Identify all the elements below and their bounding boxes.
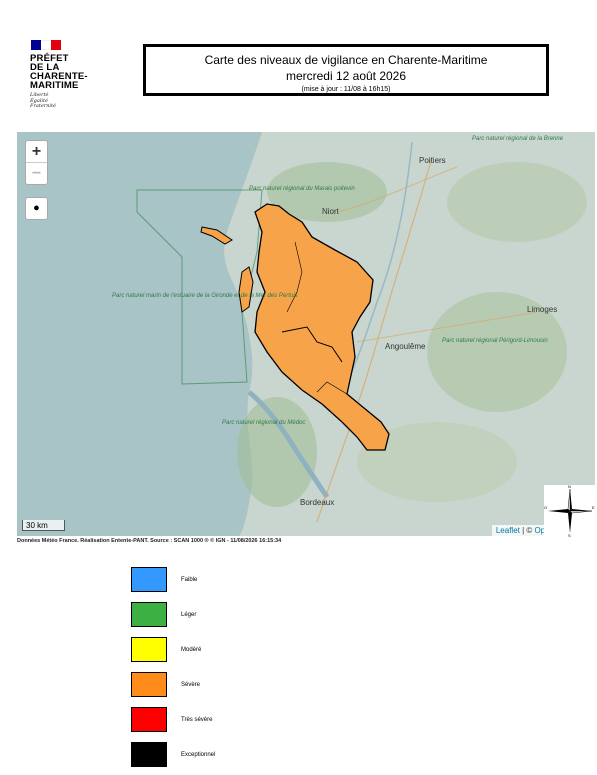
legend-label: Très sévère bbox=[181, 716, 213, 723]
data-credit: Données Météo France. Réalisation Entent… bbox=[17, 538, 282, 544]
city-label-limoges: Limoges bbox=[527, 305, 557, 314]
prefecture-logo: PRÉFET DE LA CHARENTE- MARITIME Liberté … bbox=[30, 40, 110, 110]
legend-label: Modéré bbox=[181, 646, 202, 653]
legend-label: Exceptionnel bbox=[181, 751, 216, 758]
map-canvas[interactable]: Poitiers Niort Angoulême Limoges Bordeau… bbox=[17, 132, 595, 536]
legend-item: Faible bbox=[131, 562, 215, 597]
legend-item: Exceptionnel bbox=[131, 737, 215, 772]
compass-rose-icon: N S E O bbox=[544, 484, 596, 538]
republic-motto: Liberté Égalité Fraternité bbox=[30, 92, 56, 109]
svg-text:E: E bbox=[592, 505, 595, 510]
vigilance-legend: Faible Léger Modéré Sévère Très sévère E… bbox=[131, 562, 215, 772]
zoom-control: + − bbox=[25, 140, 48, 185]
legend-label: Sévère bbox=[181, 681, 201, 688]
legend-swatch bbox=[131, 742, 167, 767]
globe-icon[interactable]: ● bbox=[25, 197, 48, 220]
atlantic-ocean bbox=[17, 132, 262, 536]
svg-text:O: O bbox=[544, 505, 547, 510]
legend-item: Modéré bbox=[131, 632, 215, 667]
svg-text:N: N bbox=[568, 485, 571, 489]
legend-item: Sévère bbox=[131, 667, 215, 702]
park-label-brenne: Parc naturel régional de la Brenne bbox=[472, 136, 564, 142]
page-date: mercredi 12 août 2026 bbox=[285, 69, 407, 83]
city-label-niort: Niort bbox=[322, 207, 340, 216]
svg-text:S: S bbox=[568, 533, 571, 537]
city-label-poitiers: Poitiers bbox=[419, 156, 446, 165]
legend-swatch bbox=[131, 602, 167, 627]
city-label-angouleme: Angoulême bbox=[385, 342, 426, 351]
update-time: (mise à jour : 11/08 à 16h15) bbox=[301, 86, 391, 93]
legend-label: Faible bbox=[181, 576, 198, 583]
legend-item: Léger bbox=[131, 597, 215, 632]
scale-bar: 30 km bbox=[22, 520, 65, 531]
vigilance-map[interactable]: Poitiers Niort Angoulême Limoges Bordeau… bbox=[17, 132, 595, 536]
park-label-gironde: Parc naturel marin de l'estuaire de la G… bbox=[112, 293, 298, 299]
park-label-limousin: Parc naturel régional Périgord-Limousin bbox=[442, 338, 548, 344]
legend-item: Très sévère bbox=[131, 702, 215, 737]
marianne-flag-icon bbox=[31, 40, 61, 50]
leaflet-link[interactable]: Leaflet bbox=[496, 526, 520, 535]
zoom-out-button[interactable]: − bbox=[26, 162, 47, 184]
legend-swatch bbox=[131, 637, 167, 662]
park-label-poitevin: Parc naturel régional du Marais poitevin bbox=[249, 186, 355, 192]
prefecture-name: PRÉFET DE LA CHARENTE- MARITIME bbox=[30, 53, 88, 91]
zoom-in-button[interactable]: + bbox=[26, 141, 47, 162]
legend-swatch bbox=[131, 707, 167, 732]
legend-swatch bbox=[131, 672, 167, 697]
title-box: Carte des niveaux de vigilance en Charen… bbox=[143, 44, 549, 96]
ile-d-oleron bbox=[238, 266, 254, 313]
city-label-bordeaux: Bordeaux bbox=[300, 498, 334, 507]
page-title: Carte des niveaux de vigilance en Charen… bbox=[204, 53, 488, 67]
svg-text:Poitiers: Poitiers bbox=[419, 156, 446, 165]
legend-label: Léger bbox=[181, 611, 197, 618]
legend-swatch bbox=[131, 567, 167, 592]
park-label-medoc: Parc naturel régional du Médoc bbox=[222, 420, 305, 426]
